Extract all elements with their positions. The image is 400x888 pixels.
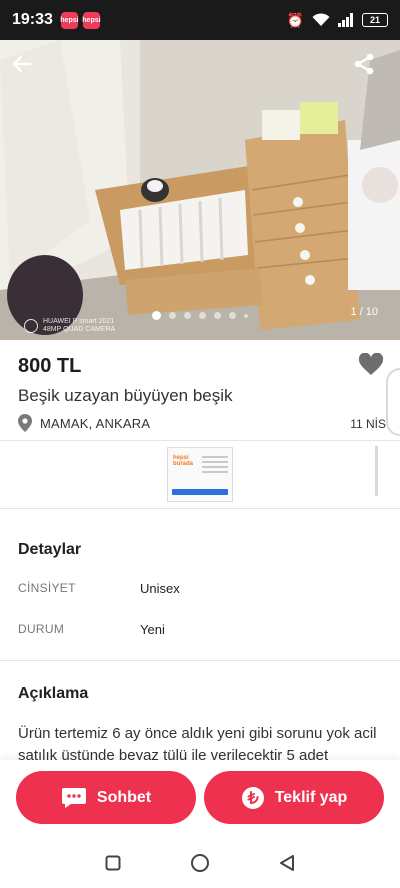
ad-logo-line2: burada (173, 461, 194, 467)
listing-title: Beşik uzayan büyüyen beşik (18, 386, 233, 405)
home-icon[interactable] (190, 853, 210, 873)
ad-banner[interactable]: hepsi burada (167, 447, 233, 502)
app-notification-badge: hepsi (60, 11, 79, 29)
pager-dot[interactable] (229, 312, 236, 319)
action-bar: Sohbet Teklif yap (0, 760, 400, 838)
details-heading: Detaylar (18, 541, 82, 558)
favorite-button[interactable] (356, 350, 386, 380)
divider (0, 508, 400, 509)
camera-logo-icon (24, 319, 38, 333)
ad-cta-button[interactable] (172, 489, 228, 495)
app-notification-badge: hepsi (82, 11, 101, 29)
pager-dot-active[interactable] (152, 311, 161, 320)
detail-value: Yeni (140, 622, 165, 637)
chat-button[interactable]: Sohbet (16, 771, 196, 824)
chat-button-label: Sohbet (96, 788, 152, 806)
heart-icon (358, 353, 384, 375)
pager-dot[interactable] (169, 312, 176, 319)
detail-value: Unisex (140, 581, 180, 596)
status-time: 19:33 (12, 11, 53, 28)
detail-row: DURUM Yeni (18, 622, 378, 637)
status-bar: 19:33 hepsi hepsi ⏰ 21 (0, 0, 400, 40)
photo-counter: 1 / 10 (350, 306, 378, 318)
arrow-left-icon (12, 55, 32, 73)
detail-key: CİNSİYET (18, 581, 76, 595)
offer-button[interactable]: Teklif yap (204, 771, 384, 824)
lira-icon (241, 786, 264, 809)
detail-row: CİNSİYET Unisex (18, 581, 378, 596)
pager-dot[interactable] (199, 312, 206, 319)
detail-key: DURUM (18, 622, 65, 636)
ad-scrollbar (375, 446, 378, 496)
listing-photo (0, 40, 400, 340)
back-nav-icon[interactable] (279, 854, 295, 872)
listing-price: 800 TL (18, 355, 82, 377)
alarm-icon: ⏰ (286, 11, 304, 28)
signal-icon (338, 13, 353, 27)
location-pin-icon (18, 414, 32, 432)
status-icons: ⏰ 21 (287, 12, 388, 29)
pager-dot[interactable] (184, 312, 191, 319)
location-text: MAMAK, ANKARA (40, 415, 151, 431)
listing-date: 11 NİS (350, 417, 386, 431)
share-icon (354, 53, 374, 75)
back-button[interactable] (10, 52, 50, 92)
scroll-edge-indicator (386, 368, 400, 436)
ad-text-lines (202, 456, 228, 476)
battery-icon: 21 (362, 13, 388, 27)
pager-dot[interactable] (244, 313, 248, 318)
divider (0, 660, 400, 661)
watermark-line2: 48MP QUAD CAMERA (43, 326, 116, 333)
location-row[interactable]: MAMAK, ANKARA (18, 414, 150, 432)
divider (0, 440, 400, 441)
wifi-icon (312, 13, 330, 26)
recents-icon[interactable] (105, 855, 121, 871)
description-heading: Açıklama (18, 685, 89, 702)
gallery-pager (0, 311, 400, 320)
chat-bubble-icon (61, 787, 86, 808)
offer-button-label: Teklif yap (274, 788, 348, 806)
ad-logo: hepsi burada (173, 455, 193, 467)
pager-dot[interactable] (214, 312, 221, 319)
system-nav-bar (0, 838, 400, 888)
camera-watermark: HUAWEI P smart 2021 48MP QUAD CAMERA (24, 318, 115, 334)
share-button[interactable] (352, 52, 392, 92)
photo-gallery[interactable]: HUAWEI P smart 2021 48MP QUAD CAMERA 1 /… (0, 40, 400, 340)
